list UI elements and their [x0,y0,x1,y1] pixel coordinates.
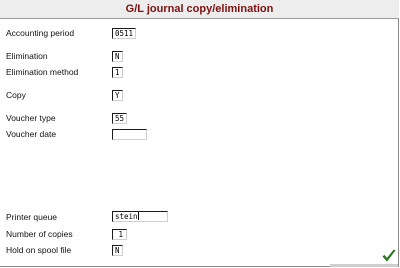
printer-queue-label: Printer queue [6,212,58,222]
elimination-field[interactable]: N [112,51,123,62]
text-cursor [137,212,139,220]
accounting-period-label: Accounting period [6,28,75,38]
hold-on-spool-file-label: Hold on spool file [6,245,72,255]
window-frame [0,0,399,267]
copy-label: Copy [6,90,26,100]
printer-queue-field[interactable]: stein [112,211,168,222]
number-of-copies-label: Number of copies [6,229,73,239]
copy-field[interactable]: Y [112,90,123,101]
elimination-method-field[interactable]: 1 [112,67,123,78]
voucher-date-label: Voucher date [6,129,57,139]
ok-button[interactable] [382,249,396,263]
accounting-period-field[interactable]: 0511 [112,28,136,39]
printer-queue-value: stein [115,212,138,221]
voucher-type-label: Voucher type [6,113,56,123]
elimination-method-label: Elimination method [6,67,79,77]
voucher-date-field[interactable] [112,129,147,140]
voucher-type-field[interactable]: 55 [112,113,127,124]
status-bar [330,264,398,267]
window-title: G/L journal copy/elimination [0,0,399,19]
number-of-copies-field[interactable]: 1 [112,229,127,240]
hold-on-spool-file-field[interactable]: N [112,245,123,256]
checkmark-icon [382,249,396,262]
elimination-label: Elimination [6,51,48,61]
